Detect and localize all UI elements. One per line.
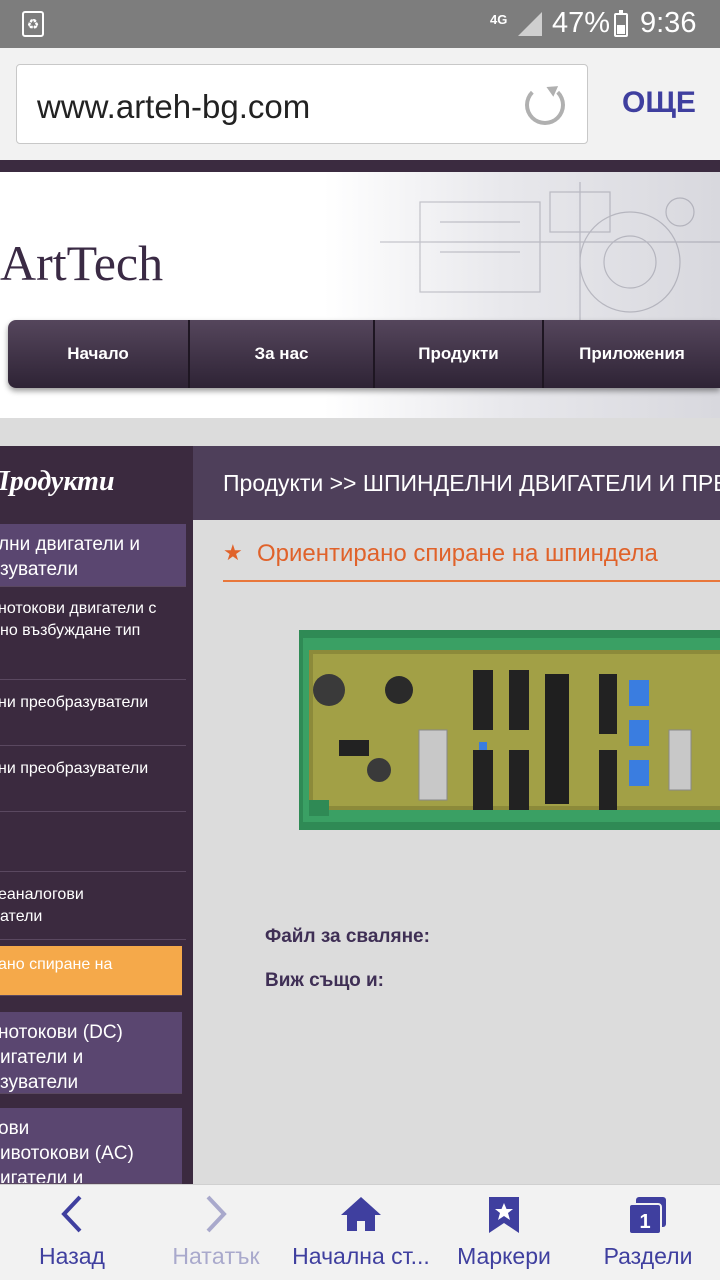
url-field[interactable]: www.arteh-bg.com	[16, 64, 588, 144]
network-type: 4G	[490, 12, 508, 27]
browser-toolbar: www.arteh-bg.com ОЩЕ	[0, 48, 720, 160]
see-also-label: Виж също и:	[265, 970, 384, 991]
bookmark-star-icon	[489, 1197, 519, 1233]
tabs-icon: 1	[628, 1197, 666, 1235]
star-icon: ★	[223, 540, 243, 565]
site-logo[interactable]: ArtTech	[0, 234, 163, 292]
sidebar-item-spindle[interactable]: лни двигатели и зуватели	[0, 524, 186, 587]
nav-home[interactable]: Начало	[8, 320, 190, 388]
sidebar-item-converters-2[interactable]: ни преобразуватели	[0, 746, 186, 812]
sidebar-item-empty[interactable]	[0, 812, 186, 872]
back-button[interactable]: Назад	[20, 1185, 124, 1280]
bookmarks-button[interactable]: Маркери	[452, 1185, 556, 1280]
sidebar-item-converters-1[interactable]: ни преобразуватели	[0, 680, 186, 746]
browser-bottom-nav: Назад Натaтък Начална ст... Маркери 1 Ра…	[0, 1184, 720, 1280]
home-label: Начална ст...	[292, 1243, 430, 1269]
sidebar-item-oriented-stop[interactable]: ано спиране на	[0, 946, 182, 996]
download-file-label: Файл за сваляне:	[265, 926, 430, 947]
sidebar: Продукти лни двигатели и зуватели нотоко…	[0, 446, 193, 1184]
pcb-product-image	[299, 630, 720, 830]
forward-button[interactable]: Натaтък	[160, 1185, 272, 1280]
more-button[interactable]: ОЩЕ	[622, 86, 696, 120]
breadcrumb: Продукти >> ШПИНДЕЛНИ ДВИГАТЕЛИ И ПРЕОБР…	[193, 446, 720, 520]
tab-count: 1	[639, 1211, 650, 1233]
status-bar: ♻ 4G 47% 9:36	[0, 0, 720, 48]
bookmarks-label: Маркери	[457, 1243, 551, 1269]
home-icon	[341, 1197, 381, 1231]
back-label: Назад	[39, 1243, 105, 1269]
sidebar-item-ac-drives[interactable]: ови ивотокови (AC) игатели и	[0, 1108, 182, 1184]
nav-products[interactable]: Продукти	[375, 320, 544, 388]
site-banner: ArtTech Начало За нас Продукти Приложени…	[0, 172, 720, 418]
tabs-button[interactable]: 1 Раздели	[596, 1185, 700, 1280]
signal-icon	[518, 12, 542, 36]
main-content: ★ Ориентирано спиране на шпиндела Файл з…	[193, 520, 720, 1184]
sidebar-title: Продукти	[0, 466, 115, 497]
header-strip	[0, 160, 720, 172]
tabs-label: Раздели	[603, 1243, 693, 1269]
technical-drawing-image	[380, 182, 720, 322]
back-arrow-icon	[61, 1195, 82, 1233]
forward-label: Натaтък	[172, 1243, 260, 1269]
battery-percent: 47%	[552, 7, 611, 39]
nav-about[interactable]: За нас	[190, 320, 375, 388]
clock: 9:36	[640, 7, 697, 39]
sidebar-item-dc-motors[interactable]: нотокови двигатели с но възбуждане тип	[0, 590, 186, 680]
main-nav: Начало За нас Продукти Приложения	[8, 320, 720, 388]
home-button[interactable]: Начална ст...	[288, 1185, 434, 1280]
sidebar-item-analog[interactable]: еаналогови атели	[0, 872, 186, 940]
nav-applications[interactable]: Приложения	[544, 320, 720, 388]
url-text: www.arteh-bg.com	[37, 88, 311, 125]
sidebar-item-dc-drives[interactable]: нотокови (DC) игатели и зуватели	[0, 1012, 182, 1094]
page-title-text: Ориентирано спиране на шпиндела	[257, 540, 658, 567]
recycle-icon: ♻	[22, 11, 44, 37]
page-title: ★ Ориентирано спиране на шпиндела	[223, 540, 720, 582]
forward-arrow-icon	[206, 1195, 227, 1233]
reload-icon[interactable]	[525, 85, 565, 125]
web-content: ArtTech Начало За нас Продукти Приложени…	[0, 160, 720, 1184]
battery-level	[617, 25, 625, 34]
battery-icon	[614, 10, 628, 37]
